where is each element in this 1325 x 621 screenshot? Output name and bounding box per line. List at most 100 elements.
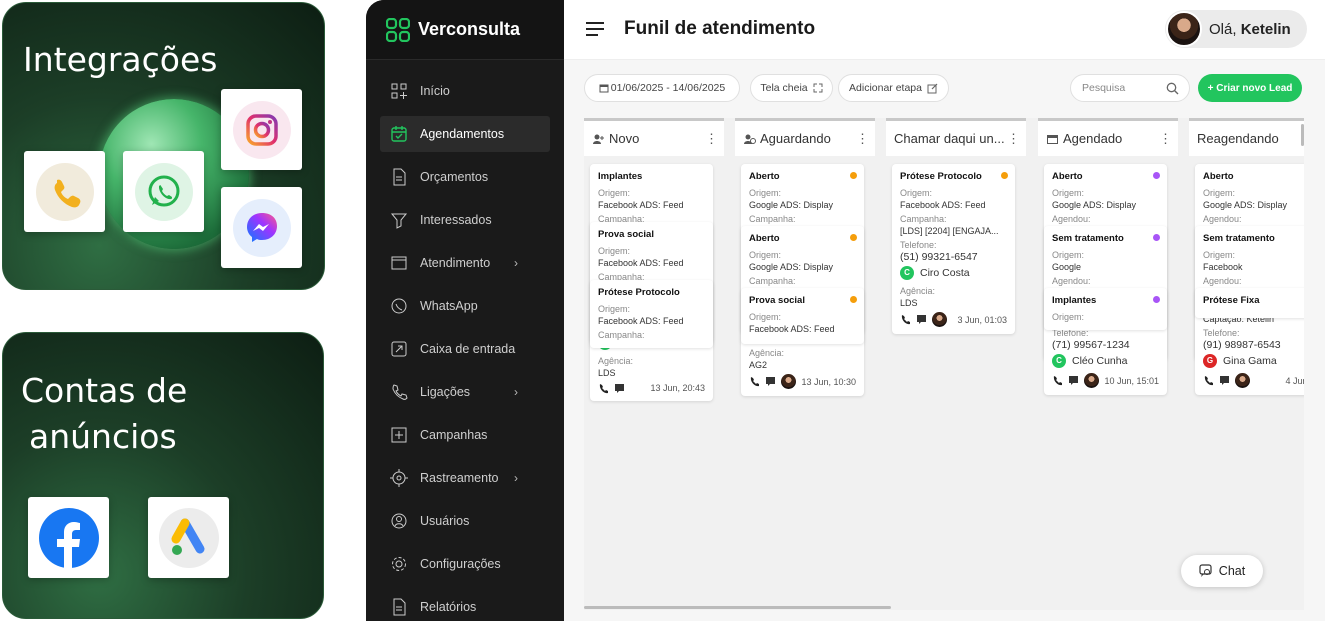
greeting-text: Olá, Ketelin bbox=[1209, 20, 1291, 38]
sidebar-item-rastreamento[interactable]: Rastreamento › bbox=[380, 460, 550, 496]
card-footer: 10 Jun, 15:01 bbox=[1052, 373, 1159, 388]
topbar: Funil de atendimento Olá, Ketelin bbox=[564, 0, 1325, 60]
more-options-icon[interactable]: ⋮ bbox=[1007, 131, 1020, 147]
chat-button[interactable]: Chat bbox=[1181, 555, 1263, 587]
sidebar-item-interessados[interactable]: Interessados bbox=[380, 202, 550, 238]
vertical-scrollbar[interactable] bbox=[1301, 124, 1304, 146]
status-dot bbox=[1153, 234, 1160, 241]
sidebar-item-whatsapp[interactable]: WhatsApp bbox=[380, 288, 550, 324]
phone-label: Telefone: bbox=[1203, 328, 1240, 338]
chevron-right-icon: › bbox=[514, 385, 518, 399]
lead-card[interactable]: Prova social Origem: Facebook ADS: Feed bbox=[741, 288, 864, 344]
page-title: Funil de atendimento bbox=[624, 18, 816, 39]
sidebar-item-inicio[interactable]: Início bbox=[380, 73, 550, 109]
sidebar-item-label: Usuários bbox=[420, 514, 470, 528]
scheduled-label: Agendou: bbox=[1052, 214, 1091, 224]
lead-card[interactable]: Prótese Fixa bbox=[1195, 288, 1304, 318]
status-dot bbox=[850, 296, 857, 303]
phone-integration-tile[interactable] bbox=[24, 151, 105, 232]
agency-label: Agência: bbox=[598, 356, 634, 366]
message-icon bbox=[917, 315, 926, 324]
sidebar-item-label: Agendamentos bbox=[420, 127, 505, 141]
column-header[interactable]: Reagendando bbox=[1189, 118, 1304, 156]
whatsapp-integration-tile[interactable] bbox=[123, 151, 204, 232]
assignee-initial: G bbox=[1203, 354, 1217, 368]
sidebar-item-label: Início bbox=[420, 84, 450, 98]
search-input[interactable]: Pesquisa bbox=[1070, 74, 1190, 102]
more-options-icon[interactable]: ⋮ bbox=[856, 131, 869, 147]
origin-label: Origem: bbox=[900, 188, 933, 198]
assignee-name: Ciro Costa bbox=[920, 267, 970, 279]
kanban-column: Agendado ⋮ Aberto Origem: Google ADS: Displa… bbox=[1038, 118, 1178, 610]
phone-value: (71) 99567-1234 bbox=[1052, 339, 1130, 351]
card-date: 4 Jun, bbox=[1285, 375, 1304, 386]
lead-title: Prótese Protocolo bbox=[598, 287, 680, 298]
sidebar-item-configuracoes[interactable]: Configurações bbox=[380, 546, 550, 582]
sidebar-item-relatorios[interactable]: Relatórios bbox=[380, 589, 550, 621]
gear-icon bbox=[390, 555, 408, 573]
lead-title: Sem tratamento bbox=[1203, 233, 1275, 244]
brand-name: Verconsulta bbox=[418, 19, 521, 39]
horizontal-scrollbar[interactable] bbox=[584, 606, 891, 609]
google-ads-tile[interactable] bbox=[148, 497, 229, 578]
instagram-integration-tile[interactable] bbox=[221, 89, 302, 170]
fullscreen-button[interactable]: Tela cheia bbox=[750, 74, 833, 102]
add-stage-button[interactable]: Adicionar etapa bbox=[838, 74, 949, 102]
lead-title: Aberto bbox=[1052, 171, 1083, 182]
sidebar-item-campanhas[interactable]: Campanhas bbox=[380, 417, 550, 453]
lead-card[interactable]: Implantes Origem: bbox=[1044, 288, 1167, 330]
origin-label: Origem: bbox=[749, 250, 782, 260]
messenger-integration-tile[interactable] bbox=[221, 187, 302, 268]
lead-card[interactable]: Prótese Protocolo Origem: Facebook ADS: Fe… bbox=[590, 280, 713, 348]
assignee[interactable]: C Ciro Costa bbox=[900, 266, 1007, 280]
column-header[interactable]: Novo ⋮ bbox=[584, 118, 724, 156]
column-header[interactable]: Agendado ⋮ bbox=[1038, 118, 1178, 156]
window-icon bbox=[390, 254, 408, 272]
more-options-icon[interactable]: ⋮ bbox=[705, 131, 718, 147]
column-header[interactable]: Aguardando ⋮ bbox=[735, 118, 875, 156]
whatsapp-icon bbox=[390, 297, 408, 315]
create-lead-button[interactable]: + Criar novo Lead bbox=[1198, 74, 1302, 102]
agency-label: Agência: bbox=[749, 348, 785, 358]
sidebar-item-ligacoes[interactable]: Ligações › bbox=[380, 374, 550, 410]
facebook-ads-tile[interactable] bbox=[28, 497, 109, 578]
hamburger-menu-icon[interactable] bbox=[586, 21, 604, 37]
expand-icon bbox=[813, 83, 823, 93]
facebook-icon bbox=[38, 507, 99, 568]
phone-icon bbox=[35, 162, 94, 221]
date-range-filter[interactable]: 01/06/2025 - 14/06/2025 bbox=[584, 74, 740, 102]
user-greeting[interactable]: Olá, Ketelin bbox=[1165, 10, 1307, 48]
campaign-label: Campanha: bbox=[749, 276, 796, 286]
column-title: Agendado bbox=[1063, 131, 1123, 146]
origin-value: Google bbox=[1052, 262, 1082, 272]
sidebar-item-caixa-de-entrada[interactable]: Caixa de entrada bbox=[380, 331, 550, 367]
lead-title: Sem tratamento bbox=[1052, 233, 1124, 244]
origin-label: Origem: bbox=[1052, 188, 1085, 198]
report-icon bbox=[390, 598, 408, 616]
phone-icon bbox=[390, 383, 408, 401]
lead-title: Prova social bbox=[749, 295, 805, 306]
origin-value: Facebook ADS: Feed bbox=[900, 200, 986, 210]
integrations-title: Integrações bbox=[23, 40, 218, 79]
sidebar-item-usuarios[interactable]: Usuários bbox=[380, 503, 550, 539]
scheduled-label: Agendou: bbox=[1203, 276, 1242, 286]
assignee[interactable]: G Gina Gama bbox=[1203, 354, 1304, 368]
origin-label: Origem: bbox=[1203, 188, 1236, 198]
column-header[interactable]: Chamar daqui un... ⋮ bbox=[886, 118, 1026, 156]
more-options-icon[interactable]: ⋮ bbox=[1159, 131, 1172, 147]
column-title: Reagendando bbox=[1197, 131, 1279, 146]
sidebar-item-atendimento[interactable]: Atendimento › bbox=[380, 245, 550, 281]
sidebar-item-orcamentos[interactable]: Orçamentos bbox=[380, 159, 550, 195]
assignee-name: Gina Gama bbox=[1223, 355, 1277, 367]
card-footer: 3 Jun, 01:03 bbox=[900, 312, 1007, 327]
sidebar-item-agendamentos[interactable]: Agendamentos bbox=[380, 116, 550, 152]
brand-logo-icon bbox=[386, 17, 410, 42]
assignee-initial: C bbox=[900, 266, 914, 280]
chevron-right-icon: › bbox=[514, 256, 518, 270]
edit-icon bbox=[927, 83, 938, 93]
message-icon bbox=[1069, 376, 1078, 385]
lead-card[interactable]: Prótese Protocolo Origem: Facebook ADS: Fe… bbox=[892, 164, 1015, 334]
card-footer: 4 Jun, bbox=[1203, 373, 1304, 388]
card-footer: 13 Jun, 10:30 bbox=[749, 374, 856, 389]
assignee[interactable]: C Cléo Cunha bbox=[1052, 354, 1159, 368]
